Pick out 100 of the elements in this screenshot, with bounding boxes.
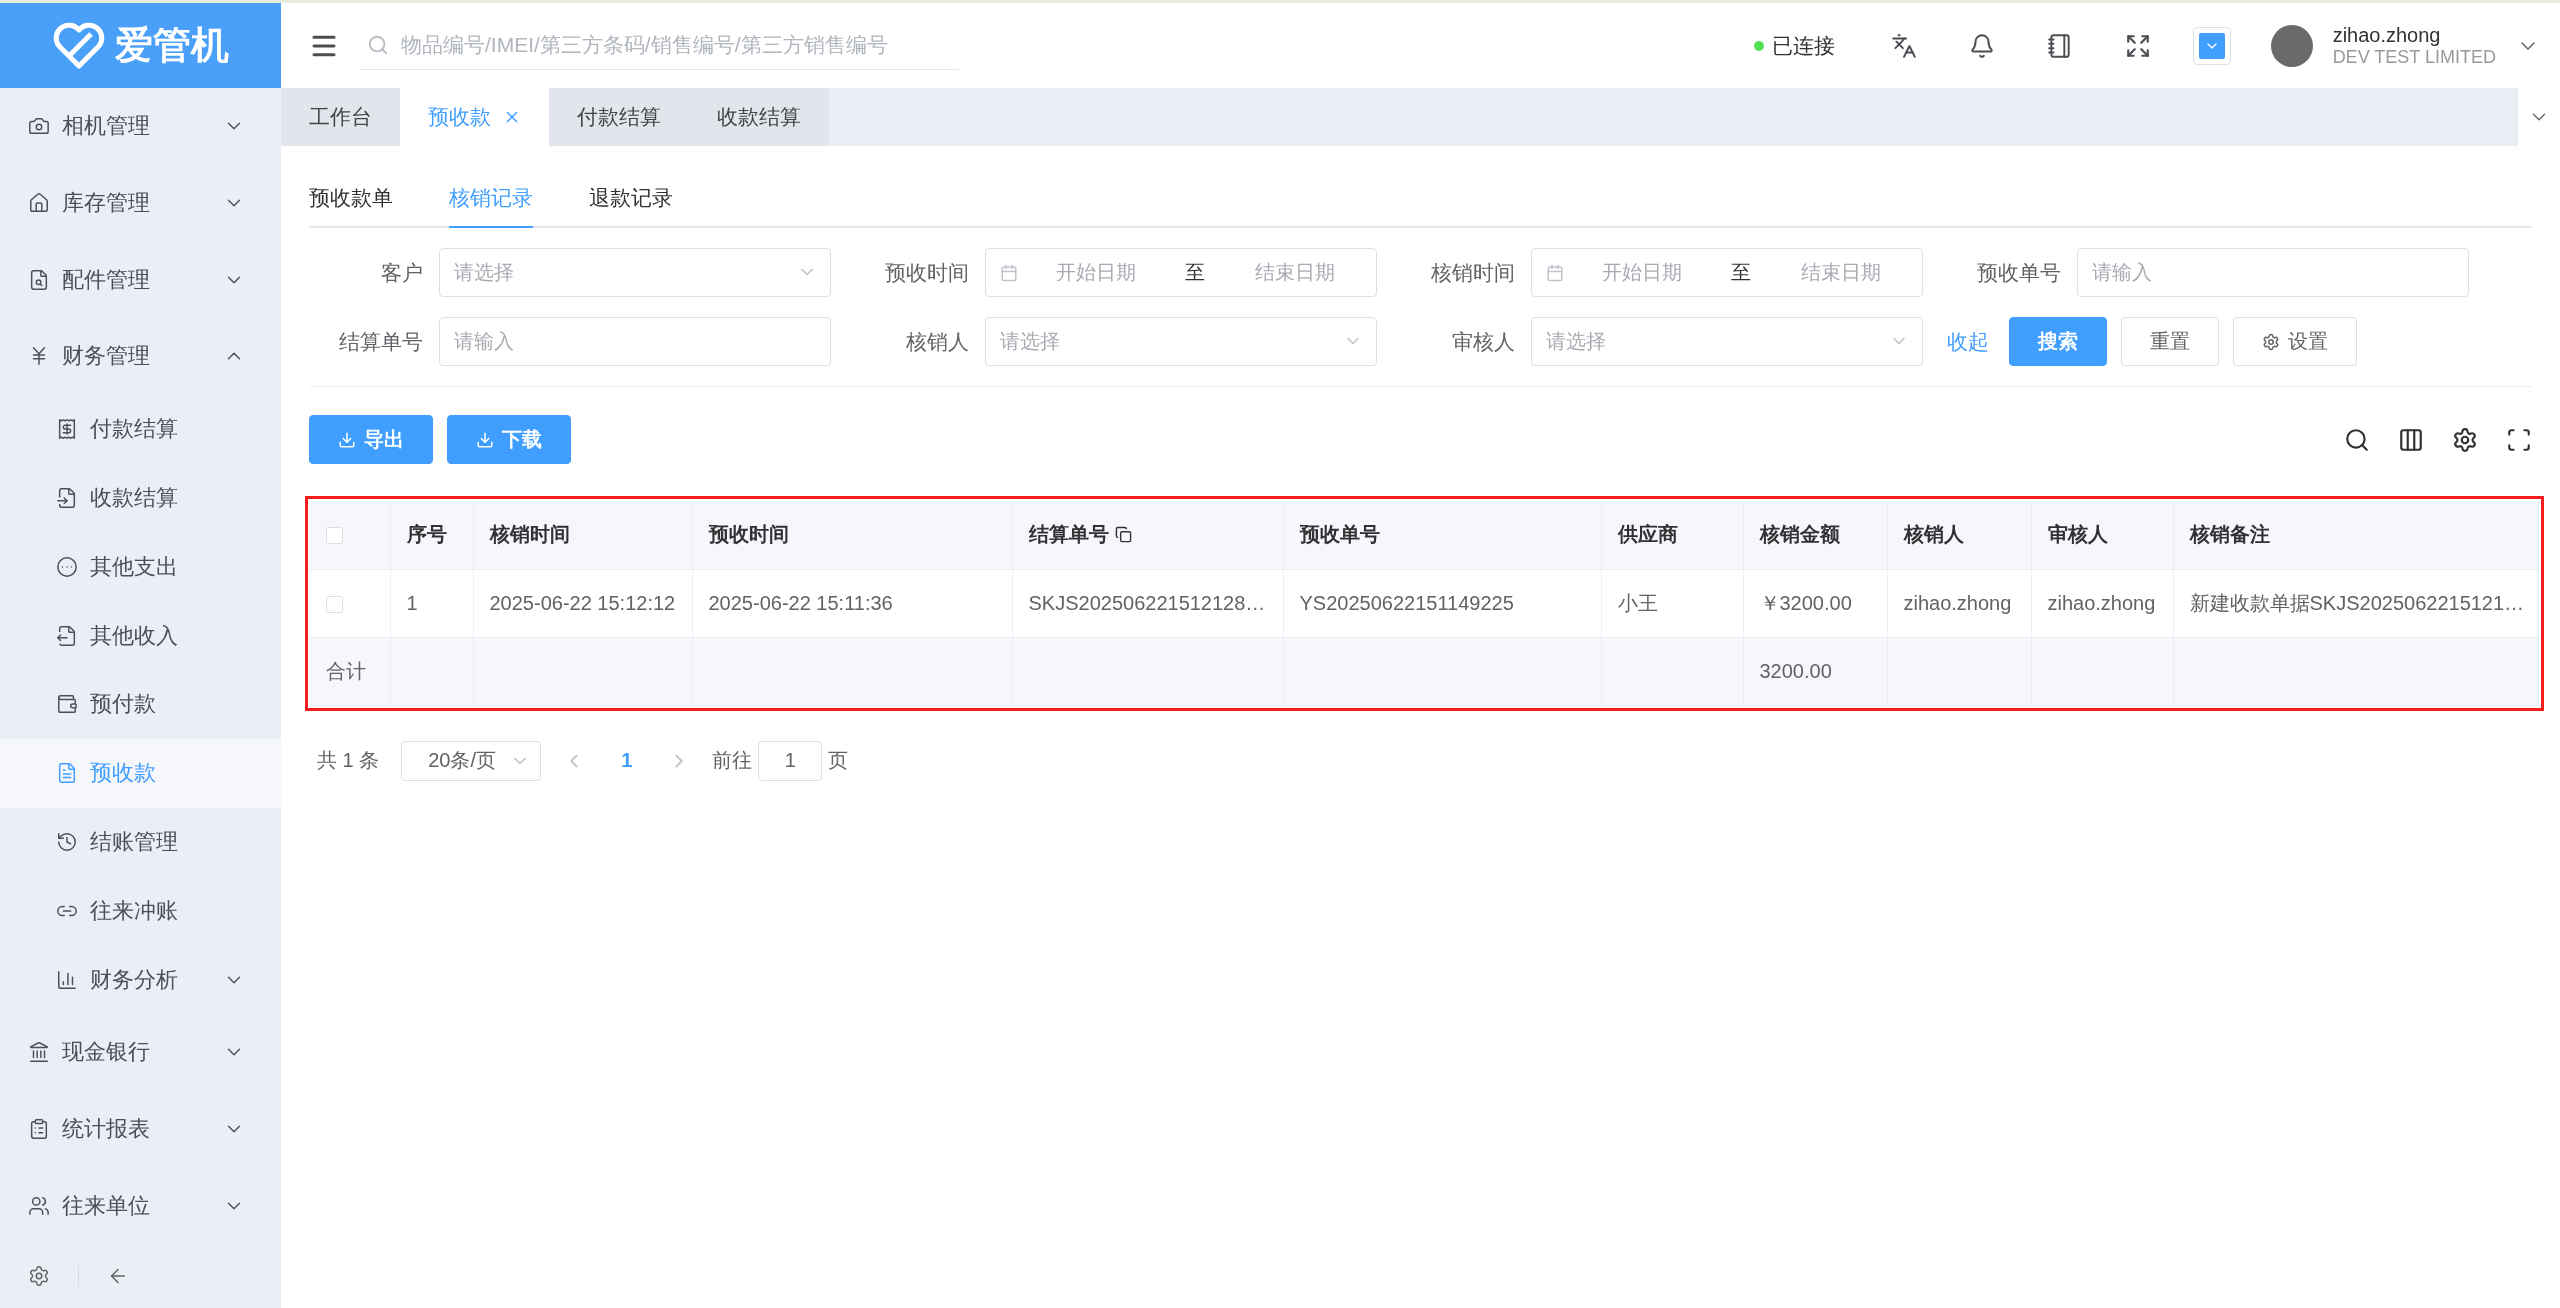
sidebar-item[interactable]: 财务管理 — [0, 318, 281, 395]
file-input-icon — [56, 486, 78, 509]
brand-name: 爱管机 — [114, 23, 229, 68]
download-icon — [476, 430, 494, 449]
column-header: 预收时间 — [692, 501, 1012, 569]
settings-icon — [2262, 332, 2280, 351]
table-cell: 1 — [390, 569, 473, 637]
page-tab[interactable]: 付款结算 — [549, 88, 689, 146]
filter-label: 核销时间 — [1430, 259, 1515, 286]
wallet-icon — [56, 693, 78, 716]
checkbox[interactable] — [326, 595, 343, 613]
clipboard-icon — [28, 1118, 50, 1140]
range-separator: 至 — [1184, 260, 1206, 285]
sidebar-item[interactable]: 库存管理 — [0, 164, 281, 242]
range-separator: 至 — [1730, 260, 1752, 285]
column-header: 序号 — [390, 501, 473, 569]
dropdown-button[interactable] — [2192, 26, 2231, 65]
filter-label: 预收时间 — [884, 259, 969, 286]
table-cell: zihao.zhong — [2031, 569, 2173, 637]
columns-icon[interactable] — [2398, 426, 2424, 453]
column-header: 供应商 — [1601, 501, 1743, 569]
search-field[interactable]: 物品编号/IMEI/第三方条码/销售编号/第三方销售编号 — [359, 21, 959, 70]
calendar-icon — [1546, 263, 1564, 282]
date-range-field[interactable]: 开始日期 至 结束日期 — [985, 248, 1377, 297]
sidebar-subitem[interactable]: 其他收入 — [0, 601, 281, 670]
page-tab[interactable]: 收款结算 — [689, 88, 829, 146]
page-tab[interactable]: 工作台 — [281, 88, 400, 146]
filter-label: 审核人 — [1451, 328, 1515, 355]
column-header: 核销时间 — [473, 501, 692, 569]
goto-label: 前往 — [712, 748, 753, 773]
notebook-icon[interactable] — [2046, 32, 2073, 59]
connection-status: 已连接 — [1771, 32, 1835, 59]
page-size-select[interactable]: 20条/页 — [401, 740, 542, 781]
receipt-icon — [56, 418, 78, 441]
sidebar-item[interactable]: 统计报表 — [0, 1090, 281, 1168]
table-cell: 小王 — [1601, 569, 1743, 637]
calendar-icon — [1000, 263, 1018, 282]
sub-tab[interactable]: 退款记录 — [589, 160, 673, 228]
filter-label: 结算单号 — [338, 328, 423, 355]
settings-button[interactable]: 设置 — [2233, 317, 2357, 366]
sidebar-subitem[interactable]: 收款结算 — [0, 463, 281, 533]
users-icon — [28, 1194, 50, 1217]
search-icon — [367, 34, 389, 56]
column-header: 结算单号 — [1012, 501, 1283, 569]
summary-total: 3200.00 — [1743, 637, 1887, 705]
date-range-field[interactable]: 开始日期 至 结束日期 — [1531, 248, 1923, 297]
chart-icon — [56, 968, 78, 991]
avatar-placeholder[interactable] — [2270, 24, 2313, 67]
table-cell: 2025-06-22 15:11:36 — [692, 569, 1012, 637]
fullscreen-icon[interactable] — [2124, 32, 2151, 59]
start-date-input[interactable]: 开始日期 — [1574, 260, 1709, 285]
download-icon — [338, 430, 356, 449]
sidebar-subitem[interactable]: 预付款 — [0, 669, 281, 739]
history-icon — [56, 830, 78, 853]
summary-label: 合计 — [310, 637, 390, 705]
search-icon[interactable] — [2344, 426, 2370, 453]
sidebar-item[interactable]: 现金银行 — [0, 1014, 281, 1091]
bell-icon[interactable] — [1968, 32, 1995, 59]
start-date-input[interactable]: 开始日期 — [1028, 260, 1163, 285]
table-cell: zihao.zhong — [1887, 569, 2031, 637]
sidebar-item[interactable]: 配件管理 — [0, 241, 281, 318]
table-cell: YS20250622151149225 — [1283, 569, 1601, 637]
sidebar-subitem[interactable]: 财务分析 — [0, 945, 281, 1014]
select-field[interactable]: 请选择 — [1531, 317, 1923, 366]
sidebar-item[interactable]: 相机管理 — [0, 88, 281, 165]
select-field[interactable]: 请选择 — [985, 317, 1377, 366]
translate-icon[interactable] — [1890, 32, 1917, 59]
end-date-input[interactable]: 结束日期 — [1227, 260, 1362, 285]
settings-icon[interactable] — [2452, 426, 2478, 453]
input-field[interactable]: 请输入 — [2077, 248, 2469, 297]
fullscreen-icon[interactable] — [2506, 426, 2532, 453]
sidebar-subitem[interactable]: 其他支出 — [0, 532, 281, 602]
end-date-input[interactable]: 结束日期 — [1773, 260, 1908, 285]
sidebar-item[interactable]: 往来单位 — [0, 1167, 281, 1244]
sidebar-subitem[interactable]: 往来冲账 — [0, 876, 281, 946]
page-input[interactable]: 1 — [758, 740, 823, 781]
select-field[interactable]: 请选择 — [439, 248, 831, 297]
filter-label: 预收单号 — [1976, 259, 2061, 286]
file-search-icon — [28, 268, 50, 291]
file-output-icon — [56, 624, 78, 647]
checkbox[interactable] — [326, 527, 343, 545]
column-header: 核销备注 — [2173, 501, 2539, 569]
sidebar-subitem[interactable]: 付款结算 — [0, 394, 281, 464]
input-field[interactable]: 请输入 — [439, 317, 831, 366]
bank-icon — [28, 1041, 50, 1064]
document-icon — [56, 762, 78, 785]
user-name: zihao.zhong — [2332, 22, 2442, 47]
filter-label: 核销人 — [905, 328, 969, 355]
goto-suffix: 页 — [828, 748, 849, 773]
column-header: 预收单号 — [1283, 501, 1601, 569]
table-cell: SKJS202506221512128… — [1012, 569, 1283, 637]
filter-label: 客户 — [380, 259, 423, 286]
column-header: 核销人 — [1887, 501, 2031, 569]
house-icon — [28, 192, 50, 214]
copy-icon[interactable] — [1114, 526, 1132, 544]
table-cell: 新建收款单据SKJS2025062215121… — [2173, 569, 2539, 637]
sidebar-subitem[interactable]: 结账管理 — [0, 807, 281, 877]
total-count: 共 1 条 — [317, 748, 380, 773]
reset-button[interactable]: 重置 — [2121, 317, 2219, 366]
sub-tab[interactable]: 预收款单 — [309, 160, 393, 228]
